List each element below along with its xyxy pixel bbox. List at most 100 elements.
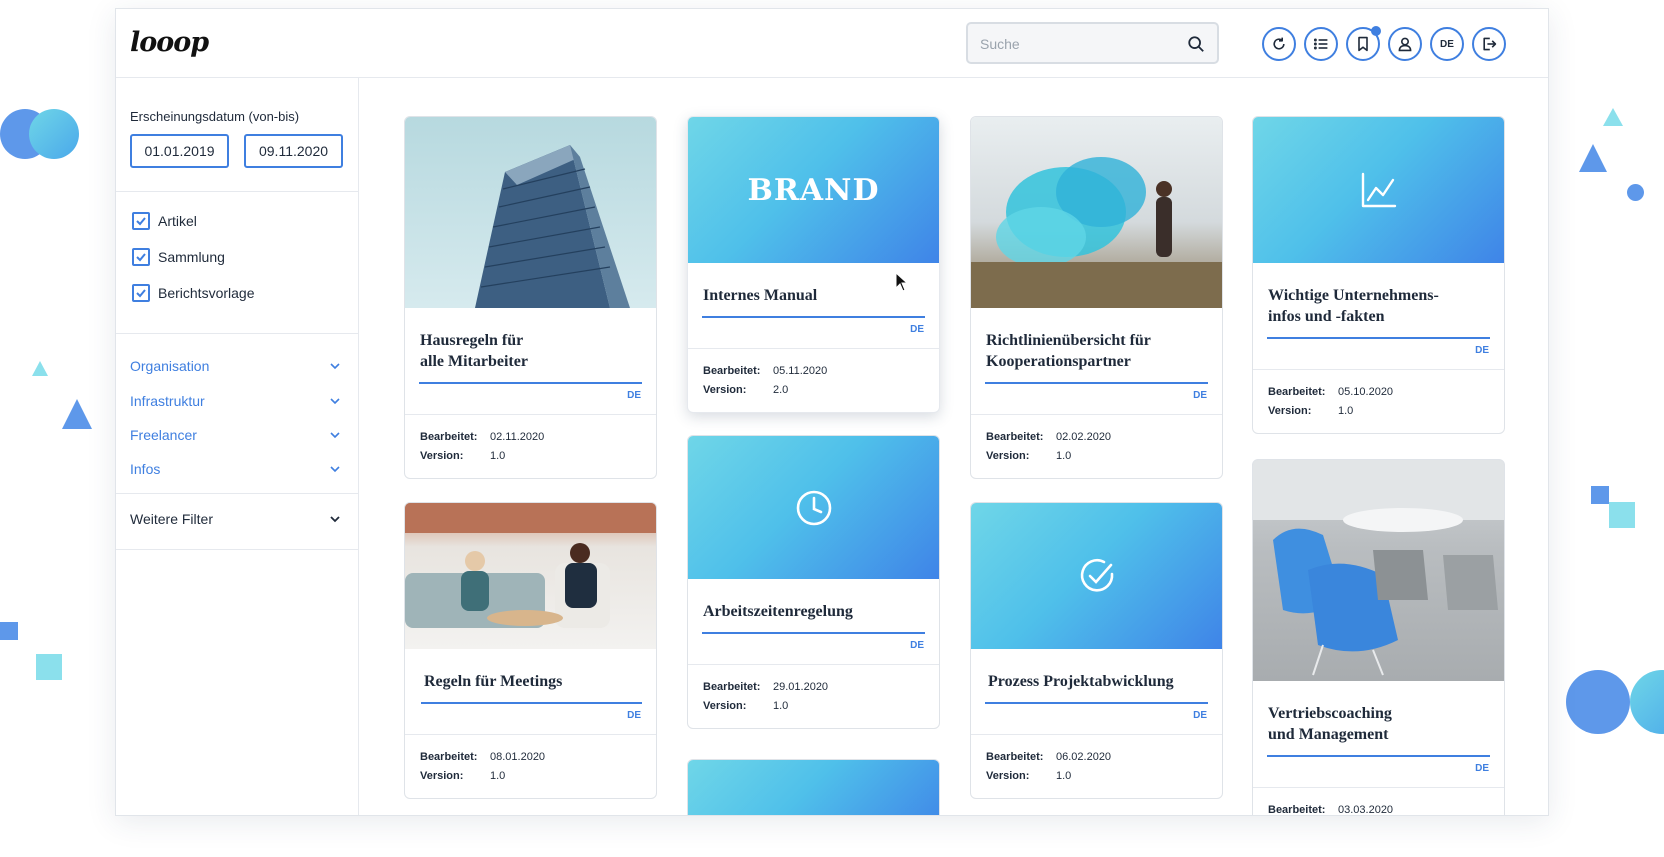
- document-card[interactable]: BRAND Internes Manual DE Bearbeitet: 05.1…: [687, 116, 940, 413]
- version-value: 2.0: [773, 384, 789, 396]
- card-title[interactable]: Wichtige Unternehmens- infos und -fakten: [1253, 285, 1504, 327]
- more-filters-toggle[interactable]: Weitere Filter: [130, 511, 341, 527]
- building-photo: [405, 117, 656, 308]
- checkbox-label: Berichtsvorlage: [158, 285, 255, 301]
- decorative-square: [1609, 502, 1635, 528]
- logo[interactable]: looop: [130, 27, 209, 58]
- chevron-down-icon: [330, 516, 340, 523]
- card-title[interactable]: Richtlinienübersicht für Kooperationspar…: [971, 330, 1222, 372]
- card-meta: Bearbeitet: 06.02.2020 Version: 1.0: [971, 735, 1222, 798]
- logout-icon: [1483, 37, 1497, 51]
- filter-checkbox-sammlung[interactable]: Sammlung: [132, 248, 225, 266]
- edited-date: 05.10.2020: [1338, 386, 1394, 398]
- card-title[interactable]: Regeln für Meetings: [405, 671, 656, 692]
- checkbox[interactable]: [132, 248, 150, 266]
- check-banner: [971, 503, 1222, 649]
- date-from-input[interactable]: [130, 134, 229, 168]
- divider: [116, 549, 359, 550]
- card-title-line: Regeln für Meetings: [424, 673, 563, 690]
- edited-label: Bearbeitet:: [703, 365, 761, 377]
- decorative-circle: [1566, 670, 1630, 734]
- document-card[interactable]: Richtlinienübersicht für Kooperationspar…: [970, 116, 1223, 479]
- language-tag: DE: [1475, 763, 1489, 774]
- document-card[interactable]: Wichtige Unternehmens- infos und -fakten…: [1252, 116, 1505, 434]
- decorative-circle: [29, 109, 79, 159]
- edited-label: Bearbeitet:: [420, 751, 478, 763]
- card-meta: Bearbeitet: 03.03.2020: [1253, 788, 1504, 816]
- header-bar: looop DE: [116, 9, 1548, 78]
- document-card[interactable]: Vertriebscoaching und Management DE Bear…: [1252, 459, 1505, 816]
- card-title[interactable]: Vertriebscoaching und Management: [1253, 703, 1504, 745]
- edited-date: 03.03.2020: [1338, 804, 1394, 816]
- refresh-button[interactable]: [1262, 27, 1296, 61]
- language-tag: DE: [627, 710, 641, 721]
- search-icon[interactable]: [1187, 35, 1205, 53]
- bookmark-icon: [1358, 36, 1368, 52]
- language-tag: DE: [627, 390, 641, 401]
- edited-date: 02.11.2020: [490, 431, 545, 443]
- logout-button[interactable]: [1472, 27, 1506, 61]
- language-tag: DE: [910, 640, 924, 651]
- category-infrastruktur[interactable]: Infrastruktur: [130, 393, 341, 409]
- version-value: 1.0: [1056, 450, 1072, 462]
- card-title[interactable]: Hausregeln für alle Mitarbeiter: [405, 330, 656, 372]
- category-label: Freelancer: [130, 427, 197, 443]
- checkbox-label: Sammlung: [158, 249, 225, 265]
- mouse-cursor-icon: [895, 272, 909, 292]
- language-button[interactable]: DE: [1430, 27, 1464, 61]
- card-meta: Bearbeitet: 05.10.2020 Version: 1.0: [1253, 370, 1504, 433]
- decorative-triangle: [62, 399, 92, 429]
- brand-text: BRAND: [747, 172, 880, 208]
- chevron-down-icon: [330, 466, 340, 473]
- app-window: looop DE Erscheinungsdatum (von-bis): [115, 8, 1549, 816]
- document-card[interactable]: Hausregeln für alle Mitarbeiter DE Bearb…: [404, 116, 657, 479]
- edited-label: Bearbeitet:: [1268, 386, 1326, 398]
- bookmarks-button[interactable]: [1346, 26, 1381, 61]
- filter-checkbox-berichtsvorlage[interactable]: Berichtsvorlage: [132, 284, 255, 302]
- category-infos[interactable]: Infos: [130, 461, 341, 477]
- checkmark-icon: [136, 253, 146, 262]
- version-label: Version:: [420, 450, 464, 462]
- card-title[interactable]: Prozess Projektabwicklung: [971, 671, 1222, 692]
- date-to-input[interactable]: [244, 134, 343, 168]
- filter-checkbox-artikel[interactable]: Artikel: [132, 212, 197, 230]
- edited-date: 06.02.2020: [1056, 751, 1112, 763]
- decorative-square: [0, 622, 18, 640]
- gradient-banner: [688, 760, 939, 815]
- card-title[interactable]: Arbeitszeitenregelung: [688, 601, 939, 622]
- profile-button[interactable]: [1388, 27, 1422, 61]
- version-value: 1.0: [490, 770, 506, 782]
- more-filters-label: Weitere Filter: [130, 511, 213, 527]
- edited-label: Bearbeitet:: [986, 431, 1044, 443]
- card-meta: Bearbeitet: 29.01.2020 Version: 1.0: [688, 665, 939, 728]
- chairs-photo: [1253, 460, 1504, 681]
- search-input[interactable]: [980, 33, 1180, 55]
- card-title-line: Wichtige Unternehmens-: [1268, 287, 1439, 304]
- chart-banner: [1253, 117, 1504, 263]
- line-chart-icon: [1361, 172, 1396, 208]
- clock-banner: [688, 436, 939, 579]
- document-card[interactable]: Regeln für Meetings DE Bearbeitet: 08.01.…: [404, 502, 657, 799]
- list-view-button[interactable]: [1304, 27, 1338, 61]
- version-label: Version:: [703, 384, 747, 396]
- document-card[interactable]: Arbeitszeitenregelung DE Bearbeitet: 29.0…: [687, 435, 940, 729]
- meeting-illustration: [405, 503, 656, 628]
- decorative-circle: [1630, 670, 1664, 734]
- chevron-down-icon: [330, 363, 340, 370]
- user-icon: [1398, 37, 1412, 52]
- divider: [116, 333, 359, 334]
- card-title-line: Internes Manual: [703, 287, 818, 304]
- category-freelancer[interactable]: Freelancer: [130, 427, 341, 443]
- checkbox-label: Artikel: [158, 213, 197, 229]
- category-label: Organisation: [130, 358, 210, 374]
- category-organisation[interactable]: Organisation: [130, 358, 341, 374]
- checkbox[interactable]: [132, 284, 150, 302]
- document-card[interactable]: Prozess Projektabwicklung DE Bearbeitet:…: [970, 502, 1223, 799]
- language-tag: DE: [910, 324, 924, 335]
- version-label: Version:: [986, 450, 1030, 462]
- edited-date: 02.02.2020: [1056, 431, 1112, 443]
- checkbox[interactable]: [132, 212, 150, 230]
- card-title-line: Vertriebscoaching: [1268, 705, 1392, 722]
- decorative-triangle: [1579, 144, 1607, 172]
- document-card[interactable]: [687, 759, 940, 815]
